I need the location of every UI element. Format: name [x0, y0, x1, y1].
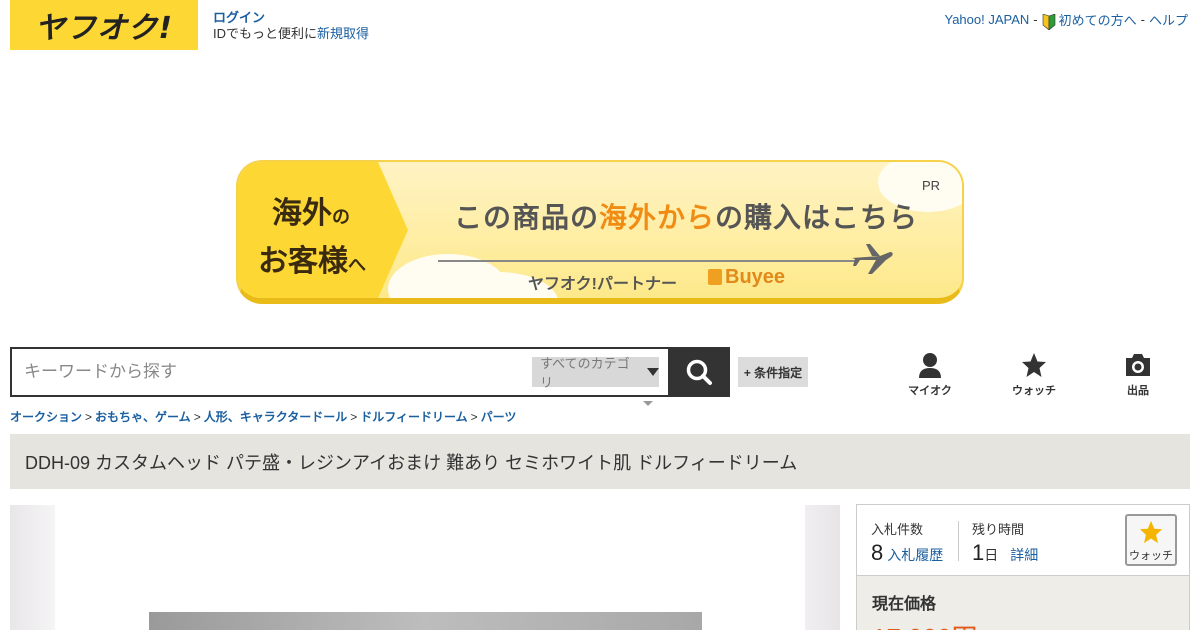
bid-summary: 入札件数 8 入札履歴 残り時間 1日 詳細 ウォッチ [857, 505, 1189, 576]
watch-nav[interactable]: ウォッチ [1004, 352, 1064, 398]
login-prompt: IDでもっと便利に新規取得 [213, 26, 369, 41]
beginners-label: 初めての方へ [1058, 13, 1137, 28]
category-selected-label: すべてのカテゴリ [540, 356, 630, 390]
logo-text: ヤフオク! [34, 11, 174, 46]
breadcrumb: オークション > おもちゃ、ゲーム > 人形、キャラクタードール > ドルフィードリーム > パ… [10, 408, 516, 425]
watch-button[interactable]: ウォッチ [1125, 514, 1177, 566]
pr-label: PR [921, 178, 940, 193]
search-button[interactable] [668, 347, 730, 397]
banner-left-line2: お客様へ [258, 236, 366, 280]
category-select[interactable]: すべてのカテゴリ [532, 356, 659, 390]
yahoo-auction-logo[interactable]: ヤフオク! [10, 0, 198, 50]
main-product-image[interactable] [149, 612, 702, 630]
search-icon [686, 359, 712, 385]
breadcrumb-separator: > [85, 410, 93, 424]
watch-button-label: ウォッチ [1129, 550, 1173, 562]
yahoo-japan-link[interactable]: Yahoo! JAPAN [944, 12, 1029, 27]
item-title-bar: DDH-09 カスタムヘッド パテ盛・レジンアイおまけ 難あり セミホワイト肌 … [10, 434, 1190, 489]
search-bar: すべてのカテゴリ [10, 347, 730, 397]
headline-highlight: 海外から [599, 202, 716, 233]
banner-left-line1-small: の [332, 207, 350, 227]
help-link[interactable]: ヘルプ [1149, 10, 1188, 29]
buyee-logo: Buyee [708, 266, 785, 289]
star-icon [1139, 520, 1163, 544]
sell-nav[interactable]: 出品 [1108, 352, 1168, 398]
condition-button[interactable]: + 条件指定 [738, 357, 808, 387]
headline-pre: この商品の [454, 202, 600, 233]
category-hint-arrow-icon [643, 401, 653, 406]
sell-label: 出品 [1127, 385, 1149, 397]
headline-post: の購入はこちら [715, 202, 919, 233]
login-prompt-text: IDでもっと便利に [213, 26, 318, 41]
beginners-link[interactable]: 初めての方へ [1042, 10, 1137, 30]
breadcrumb-separator: > [470, 410, 478, 424]
banner-left-panel: 海外の お客様へ [238, 162, 408, 298]
separator: - [1140, 12, 1145, 28]
buyee-bag-icon [708, 269, 722, 285]
bid-panel: 入札件数 8入札履歴 残り時間 1日詳細 ウォッチ 現在価格 17,000円 [856, 504, 1190, 630]
banner-left-line2-small: へ [348, 255, 366, 275]
remaining-unit: 日 [984, 547, 999, 563]
top-links: Yahoo! JAPAN - 初めての方へ - ヘルプ [944, 10, 1188, 30]
detail-link[interactable]: 詳細 [1010, 547, 1038, 563]
current-price-label: 現在価格 [872, 596, 937, 613]
partner-text: ヤフオク!パートナー [528, 276, 678, 293]
bid-history-link[interactable]: 入札履歴 [887, 547, 943, 563]
banner-left-line2-text: お客様 [258, 245, 348, 278]
breadcrumb-item[interactable]: オークション [10, 410, 82, 424]
banner-left-line1: 海外の [272, 188, 350, 232]
current-price-block: 現在価格 17,000円 [857, 576, 1189, 630]
login-link[interactable]: ログイン [213, 10, 369, 26]
banner-left-line1-text: 海外 [272, 197, 332, 230]
remaining-time-block: 残り時間 1日 詳細 [972, 519, 1038, 566]
bid-count-row: 8 入札履歴 [871, 540, 943, 566]
user-icon [919, 353, 941, 378]
breadcrumb-item[interactable]: 人形、キャラクタードール [204, 410, 348, 424]
breadcrumb-item[interactable]: ドルフィードリーム [360, 410, 467, 424]
breadcrumb-separator: > [193, 410, 201, 424]
watch-label: ウォッチ [1012, 385, 1056, 397]
current-price: 17,000円 [872, 618, 1174, 630]
airplane-icon [852, 244, 893, 274]
prev-image-thumbnail[interactable] [10, 505, 55, 630]
camera-icon [1126, 354, 1150, 376]
divider [958, 521, 959, 561]
next-image-thumbnail[interactable] [805, 505, 840, 630]
bid-count-label: 入札件数 [871, 522, 924, 537]
beginner-mark-icon [1042, 13, 1055, 30]
breadcrumb-separator: > [350, 410, 358, 424]
item-title: DDH-09 カスタムヘッド パテ盛・レジンアイおまけ 難あり セミホワイト肌 … [25, 452, 798, 473]
separator: - [1033, 12, 1038, 28]
breadcrumb-item[interactable]: おもちゃ、ゲーム [95, 410, 191, 424]
remaining-row: 1日 詳細 [972, 540, 1038, 566]
dropdown-arrow-icon [647, 368, 659, 376]
login-box: ログイン IDでもっと便利に新規取得 [213, 10, 369, 42]
bid-count-block: 入札件数 8 入札履歴 [871, 519, 943, 566]
star-icon [1022, 353, 1046, 377]
breadcrumb-item[interactable]: パーツ [481, 410, 517, 424]
bid-count: 8 [871, 540, 884, 565]
register-link[interactable]: 新規取得 [317, 26, 369, 41]
buyee-overseas-banner[interactable]: 海外の お客様へ この商品の海外からの購入はこちら ヤフオク!パートナー Buy… [236, 160, 964, 304]
myauc-nav[interactable]: マイオク [900, 352, 960, 398]
buyee-brand: Buyee [725, 266, 786, 288]
remaining-value: 1 [972, 540, 985, 565]
banner-headline: この商品の海外からの購入はこちら [454, 196, 918, 236]
myauc-label: マイオク [908, 385, 952, 397]
remaining-label: 残り時間 [972, 522, 1025, 537]
flight-line [438, 260, 858, 262]
